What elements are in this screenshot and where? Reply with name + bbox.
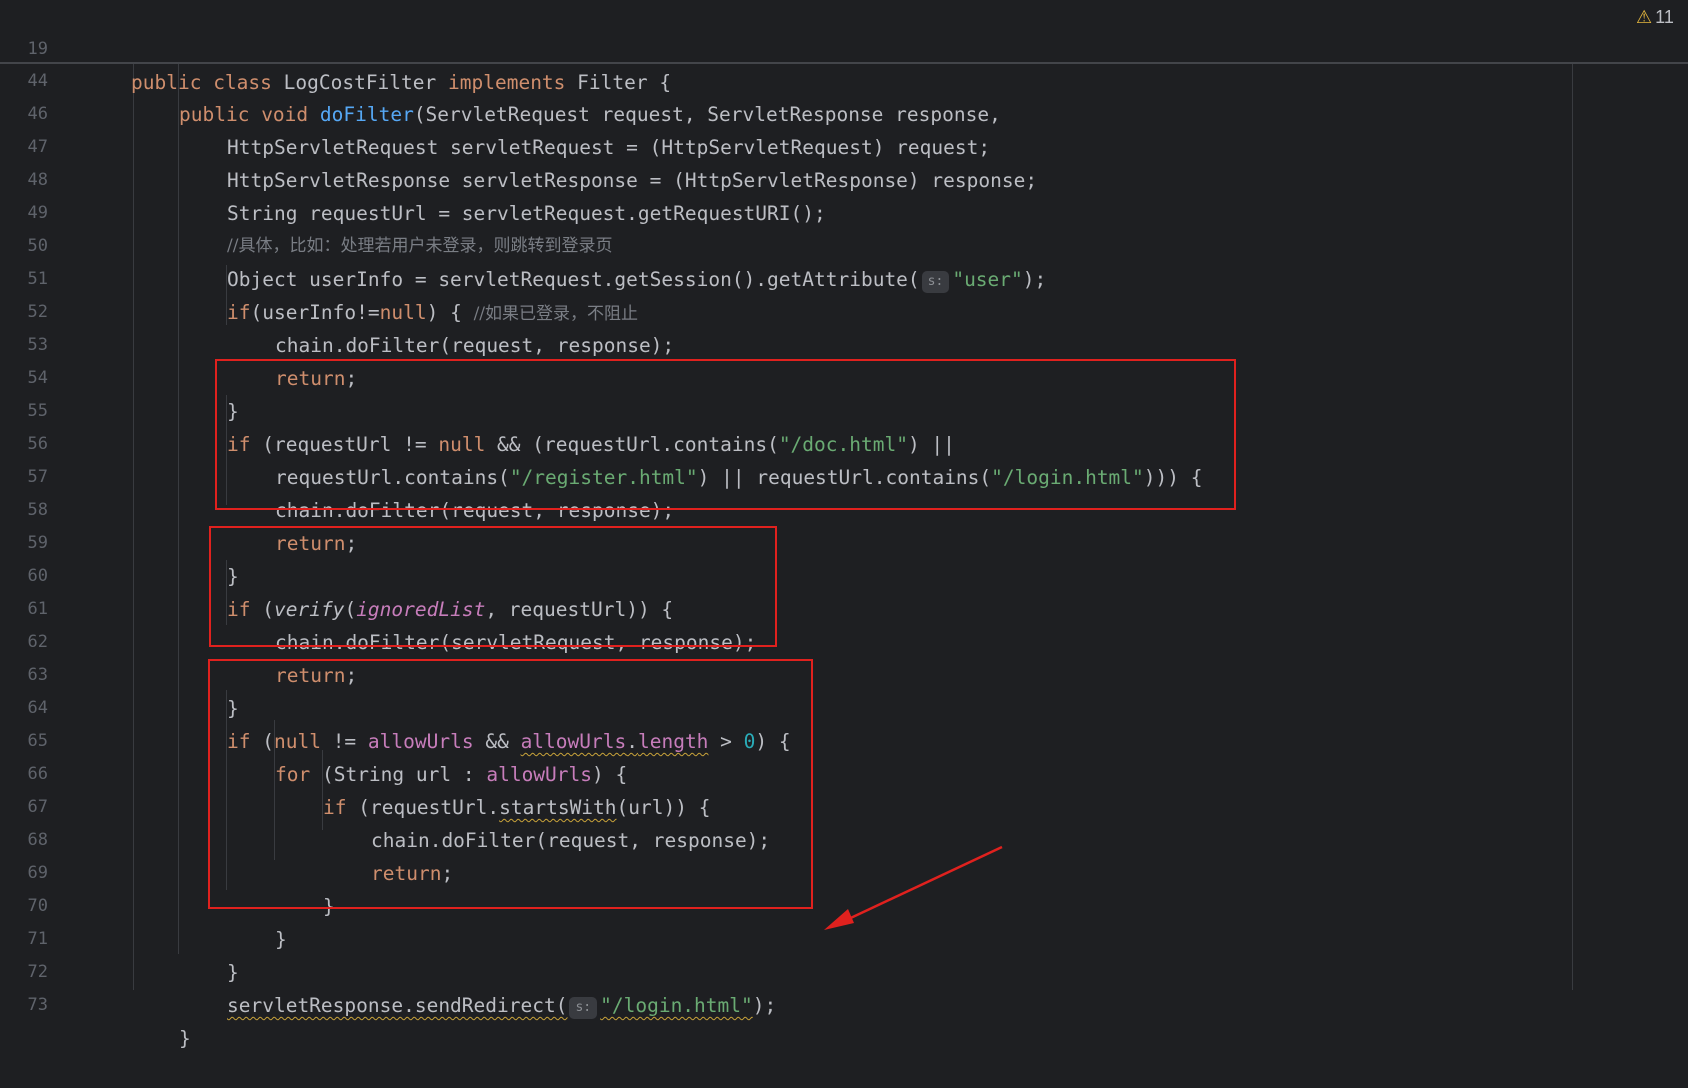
line-number: 73 <box>27 995 48 1015</box>
parameter-hint: s: <box>569 997 598 1019</box>
line-code: } <box>179 1027 191 1050</box>
annotation-arrow-icon <box>824 845 1003 930</box>
code-editor[interactable]: ⚠ 11 19 public class LogCostFilter implem… <box>0 0 1688 1050</box>
line-code: servletResponse.sendRedirect(s: "/login.h… <box>227 994 777 1019</box>
